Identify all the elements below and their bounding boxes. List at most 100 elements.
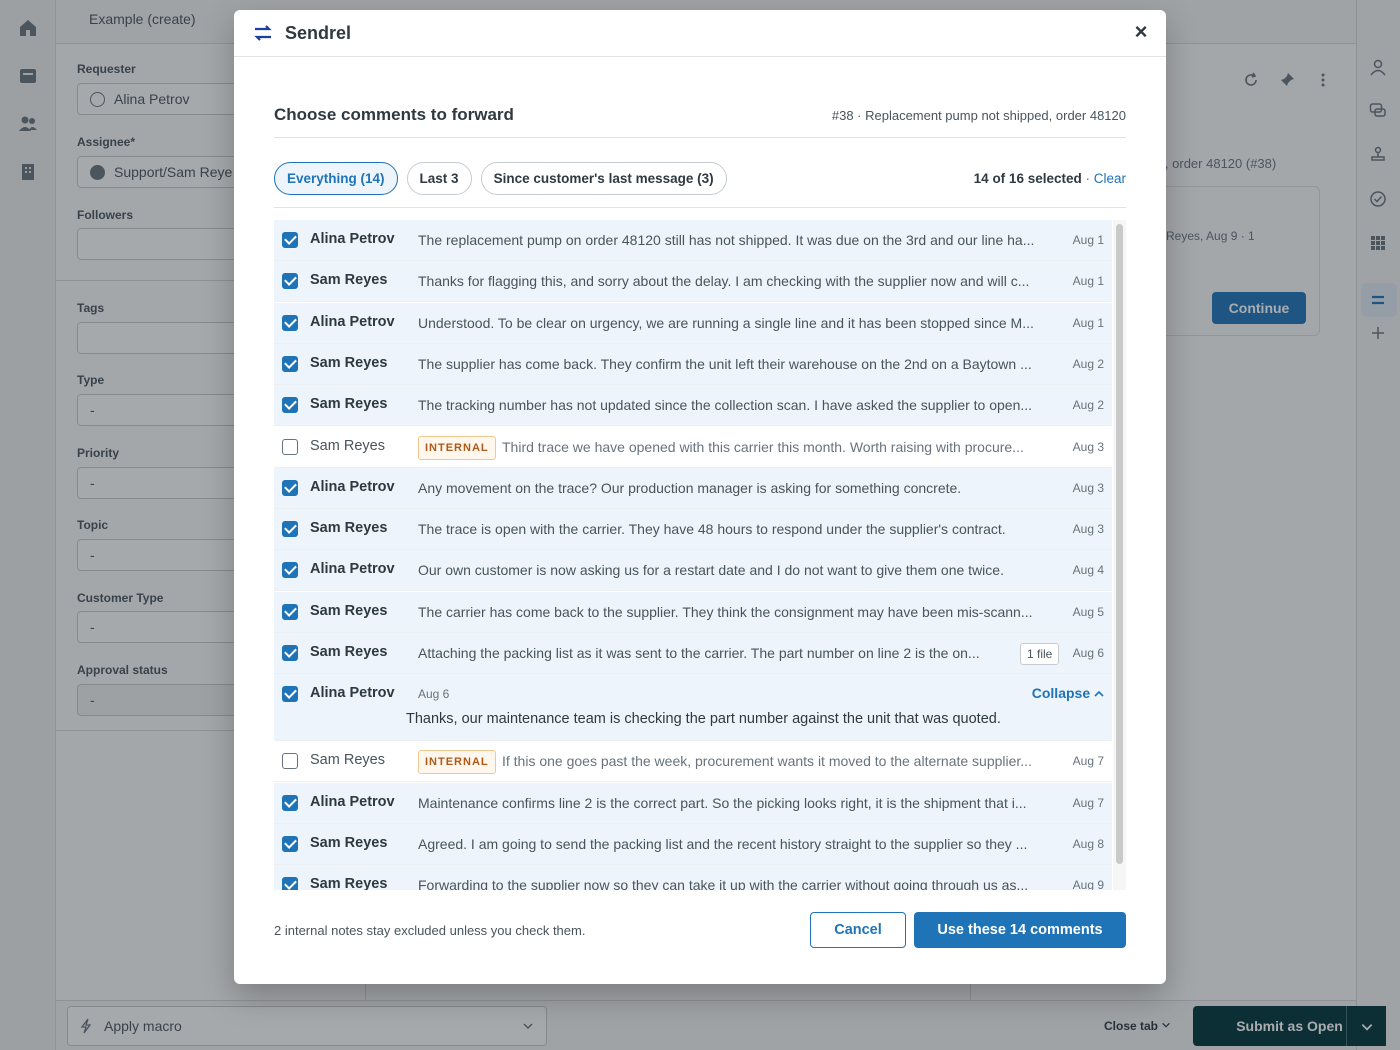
- comment-preview: The supplier has come back. They confirm…: [418, 355, 1032, 372]
- comment-checkbox[interactable]: [282, 686, 298, 703]
- comment-preview: Third trace we have opened with this car…: [502, 438, 1024, 455]
- comment-checkbox[interactable]: [282, 877, 298, 890]
- comment-author: Alina Petrov: [310, 478, 395, 495]
- comment-checkbox[interactable]: [282, 562, 298, 579]
- comment-row[interactable]: Sam Reyes Attaching the packing list as i…: [274, 633, 1112, 674]
- comment-author: Sam Reyes: [310, 396, 388, 413]
- modal-app-title: Sendrel: [285, 23, 352, 43]
- comment-checkbox[interactable]: [282, 355, 298, 372]
- filter-everything[interactable]: Everything (14): [274, 162, 398, 195]
- comment-author: Sam Reyes: [310, 520, 388, 537]
- filter-since-customer[interactable]: Since customer's last message (3): [480, 162, 727, 195]
- scrollbar-thumb[interactable]: [1116, 224, 1123, 864]
- comment-preview: The carrier has come back to the supplie…: [418, 603, 1033, 620]
- internal-badge: INTERNAL: [418, 750, 496, 775]
- comment-checkbox[interactable]: [282, 273, 298, 290]
- comment-row[interactable]: Alina Petrov Aug 6 Collapse Thanks, our ma…: [274, 674, 1112, 742]
- divider: [274, 207, 1126, 208]
- comment-author: Sam Reyes: [310, 876, 388, 890]
- collapse-link[interactable]: Collapse: [1032, 685, 1104, 701]
- comment-author: Sam Reyes: [310, 752, 385, 769]
- comment-preview: Our own customer is now asking us for a …: [418, 562, 1004, 579]
- modal-heading: Choose comments to forward: [274, 105, 514, 124]
- comment-preview: Agreed. I am going to send the packing l…: [418, 835, 1028, 852]
- comment-row[interactable]: Sam Reyes The supplier has come back. The…: [274, 343, 1112, 385]
- selection-count: 14 of 16 selected · Clear: [973, 171, 1126, 186]
- comment-checkbox[interactable]: [282, 314, 298, 331]
- comment-author: Alina Petrov: [310, 685, 395, 702]
- comment-preview: Understood. To be clear on urgency, we a…: [418, 314, 1034, 331]
- comment-row[interactable]: Sam Reyes Agreed. I am going to send the …: [274, 823, 1112, 865]
- comment-row[interactable]: Sam Reyes The trace is open with the carr…: [274, 509, 1112, 551]
- comment-checkbox[interactable]: [282, 753, 298, 770]
- comment-author: Alina Petrov: [310, 561, 395, 578]
- comment-checkbox[interactable]: [282, 645, 298, 661]
- comment-checkbox[interactable]: [282, 397, 298, 414]
- comment-date: Aug 7: [1072, 754, 1104, 769]
- comment-row[interactable]: Sam Reyes INTERNAL Third trace we have ope…: [274, 427, 1112, 468]
- close-icon[interactable]: ×: [1130, 21, 1152, 44]
- comment-date: Aug 1: [1072, 315, 1104, 330]
- comment-date: Aug 1: [1072, 233, 1104, 247]
- comment-author: Sam Reyes: [310, 354, 388, 371]
- comment-checkbox[interactable]: [282, 479, 298, 496]
- comment-date: Aug 1: [1072, 274, 1104, 289]
- comment-author: Sam Reyes: [310, 437, 385, 454]
- comment-author: Alina Petrov: [310, 313, 395, 330]
- comment-date: Aug 3: [1072, 439, 1104, 454]
- comment-date: Aug 6: [418, 687, 450, 702]
- comment-row[interactable]: Alina Petrov The replacement pump on orde…: [274, 220, 1112, 261]
- comment-preview: The trace is open with the carrier. They…: [418, 521, 1006, 538]
- comment-row[interactable]: Alina Petrov Our own customer is now aski…: [274, 550, 1112, 592]
- comment-full-text: Thanks, our maintenance team is checking…: [406, 711, 1001, 728]
- comment-row[interactable]: Sam Reyes The tracking number has not upd…: [274, 385, 1112, 427]
- modal-header: Sendrel ×: [234, 10, 1166, 57]
- divider: [274, 137, 1126, 138]
- comment-author: Sam Reyes: [310, 272, 388, 289]
- comment-row[interactable]: Alina Petrov Any movement on the trace? O…: [274, 467, 1112, 509]
- comment-author: Sam Reyes: [310, 834, 388, 851]
- comment-author: Alina Petrov: [310, 793, 395, 810]
- comment-date: Aug 2: [1072, 356, 1104, 371]
- comment-row[interactable]: Sam Reyes Thanks for flagging this, and s…: [274, 261, 1112, 303]
- comment-preview: Forwarding to the supplier now so they c…: [418, 877, 1029, 890]
- comment-author: Alina Petrov: [310, 231, 395, 247]
- comment-checkbox[interactable]: [282, 794, 298, 811]
- comment-date: Aug 5: [1072, 604, 1104, 619]
- comment-date: Aug 9: [1072, 878, 1104, 890]
- comment-author: Sam Reyes: [310, 602, 388, 619]
- comment-preview: Maintenance confirms line 2 is the corre…: [418, 794, 1027, 811]
- comment-preview: Any movement on the trace? Our productio…: [418, 479, 962, 496]
- comment-checkbox[interactable]: [282, 232, 298, 248]
- comment-date: Aug 7: [1072, 795, 1104, 810]
- comment-list: Alina Petrov The replacement pump on orde…: [274, 220, 1112, 890]
- comment-checkbox[interactable]: [282, 835, 298, 852]
- comment-row[interactable]: Alina Petrov Understood. To be clear on u…: [274, 302, 1112, 344]
- comment-checkbox[interactable]: [282, 438, 298, 455]
- comment-checkbox[interactable]: [282, 603, 298, 620]
- comment-row[interactable]: Alina Petrov Maintenance confirms line 2 …: [274, 782, 1112, 824]
- comment-author: Sam Reyes: [310, 644, 388, 660]
- attachment-badge[interactable]: 1 file: [1020, 643, 1060, 665]
- comment-date: Aug 6: [1072, 646, 1104, 660]
- comment-date: Aug 8: [1072, 836, 1104, 851]
- filter-last-3[interactable]: Last 3: [406, 162, 472, 195]
- comment-date: Aug 2: [1072, 398, 1104, 413]
- comment-checkbox[interactable]: [282, 521, 298, 538]
- comment-row[interactable]: Sam Reyes The carrier has come back to th…: [274, 591, 1112, 633]
- comment-preview: Thanks for flagging this, and sorry abou…: [418, 273, 1030, 290]
- comment-date: Aug 3: [1072, 480, 1104, 495]
- comment-row[interactable]: Sam Reyes Forwarding to the supplier now …: [274, 865, 1112, 890]
- comment-date: Aug 3: [1072, 522, 1104, 537]
- comment-preview: The tracking number has not updated sinc…: [418, 397, 1033, 414]
- comment-row[interactable]: Sam Reyes INTERNAL If this one goes past t…: [274, 741, 1112, 783]
- clear-selection-link[interactable]: Clear: [1094, 171, 1126, 186]
- comment-preview: The replacement pump on order 48120 stil…: [418, 232, 1035, 248]
- forward-comments-modal: Sendrel × Choose comments to forward #38…: [234, 10, 1166, 984]
- cancel-button[interactable]: Cancel: [810, 912, 906, 948]
- use-comments-button[interactable]: Use these 14 comments: [914, 912, 1126, 948]
- chevron-up-icon: [1094, 691, 1104, 697]
- sendrel-logo-icon: [254, 25, 272, 41]
- internal-badge: INTERNAL: [418, 435, 496, 460]
- comment-date: Aug 4: [1072, 563, 1104, 578]
